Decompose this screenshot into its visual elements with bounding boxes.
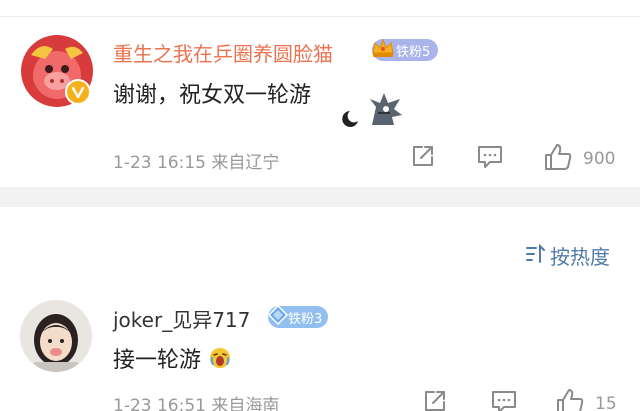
like-icon: [555, 387, 585, 411]
username[interactable]: joker_见异717: [113, 304, 250, 333]
comment-meta: 1-23 16:51 来自海南: [113, 391, 279, 411]
comment-text-content: 接一轮游: [113, 348, 202, 373]
sort-icon: [524, 243, 546, 269]
share-icon: [410, 143, 436, 173]
diamond-icon: [266, 302, 290, 332]
like-button[interactable]: 15: [555, 387, 617, 411]
username[interactable]: 重生之我在乒圈养圆脸猫: [113, 38, 333, 67]
avatar[interactable]: [20, 300, 92, 372]
share-button[interactable]: [422, 388, 448, 411]
timestamp: 1-23 16:51: [113, 396, 206, 411]
fan-badge: 铁粉5: [372, 38, 438, 61]
like-icon: [543, 142, 573, 176]
section-divider: [0, 187, 640, 207]
comment-item: 重生之我在乒圈养圆脸猫 铁粉5 谢谢，祝女双一轮游 1-23 16:15 来自辽…: [0, 17, 640, 187]
comment-item: joker_见异717 铁粉3 接一轮游 1-23 16:51 来自海南 15: [0, 295, 640, 411]
comment-meta: 1-23 16:15 来自辽宁: [113, 148, 279, 173]
like-count: 900: [583, 149, 616, 169]
share-icon: [422, 388, 448, 411]
share-button[interactable]: [410, 143, 436, 173]
badge-label: 铁粉5: [396, 44, 431, 60]
reply-icon: [490, 388, 518, 411]
reply-icon: [476, 143, 504, 173]
location: 来自辽宁: [211, 153, 280, 173]
badge-label: 铁粉3: [288, 311, 323, 327]
sort-toggle[interactable]: 按热度: [524, 241, 610, 270]
timestamp: 1-23 16:15: [113, 153, 206, 173]
like-button[interactable]: 900: [543, 142, 615, 176]
fan-badge: 铁粉3: [267, 304, 328, 328]
reply-button[interactable]: [476, 143, 504, 173]
comment-text: 谢谢，祝女双一轮游: [113, 83, 312, 108]
like-count: 15: [595, 394, 617, 411]
sort-label: 按热度: [550, 245, 610, 269]
face-emoji-icon: [208, 348, 232, 373]
crown-icon: [370, 35, 396, 65]
sticker-image: [342, 89, 412, 127]
comment-text: 接一轮游: [113, 342, 232, 374]
verified-icon: [65, 79, 91, 105]
location: 来自海南: [211, 396, 280, 411]
reply-button[interactable]: [490, 388, 518, 411]
